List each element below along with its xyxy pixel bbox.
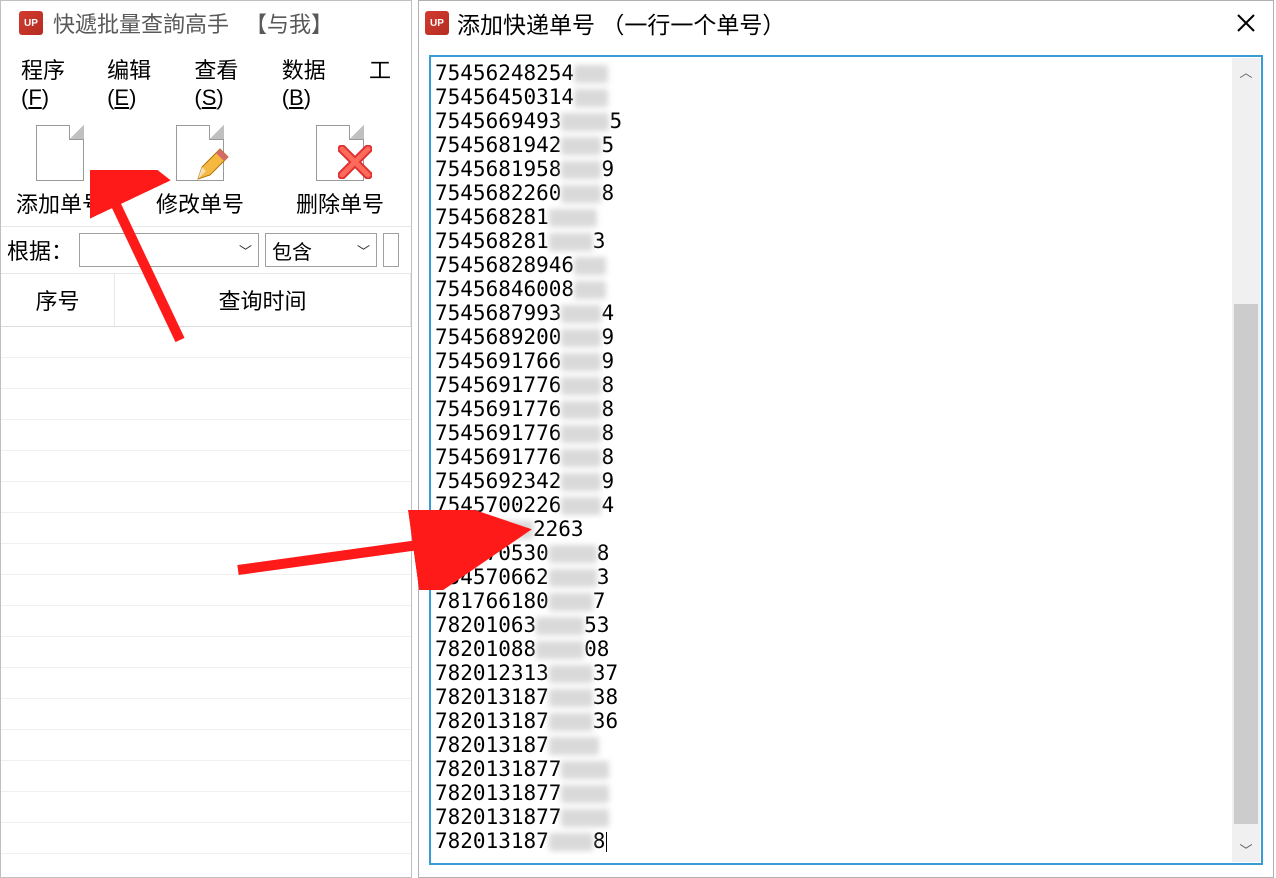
table-row[interactable] [1, 420, 411, 451]
tracking-line: 75456822608 [435, 181, 1229, 205]
tracking-line: 7820131877 [435, 781, 1229, 805]
tracking-line: 75456846008 [435, 277, 1229, 301]
tracking-line: 7820131877 [435, 805, 1229, 829]
tracking-line: 78201318736 [435, 709, 1229, 733]
tracking-line: 75457002264 [435, 493, 1229, 517]
tracking-line: 75456694935 [435, 109, 1229, 133]
add-number-button[interactable]: 添加单号 [5, 123, 115, 221]
app-subtitle: 【与我】 [245, 7, 333, 39]
main-window: UP 快遞批量查詢高手 【与我】 程序(F) 编辑(E) 查看(S) 数据(B)… [0, 0, 412, 878]
table-body[interactable] [1, 327, 411, 867]
add-tracking-dialog: UP 添加快递单号 （一行一个单号） 754562482547545645031… [418, 0, 1274, 878]
tracking-line: 78201318738 [435, 685, 1229, 709]
tracking-line: 7542263 [435, 517, 1229, 541]
scrollbar-thumb[interactable] [1234, 304, 1258, 824]
column-sequence[interactable]: 序号 [1, 274, 115, 326]
chevron-down-icon: ﹀ [357, 241, 370, 260]
filter-text-input[interactable] [383, 233, 399, 267]
table-row[interactable] [1, 389, 411, 420]
table-row[interactable] [1, 823, 411, 854]
tracking-line: 7545706623 [435, 565, 1229, 589]
toolbar: 添加单号 修改单号 删除单号 [1, 119, 411, 226]
edit-number-label: 修改单号 [156, 187, 244, 219]
menu-program[interactable]: 程序(F) [13, 51, 99, 113]
tracking-line: 7545705308 [435, 541, 1229, 565]
delete-document-icon [312, 125, 368, 181]
table-row[interactable] [1, 451, 411, 482]
app-icon: UP [19, 11, 43, 35]
app-title: 快遞批量查詢高手 [53, 7, 229, 39]
scroll-down-arrow-icon[interactable]: ﹀ [1232, 836, 1260, 862]
menu-edit[interactable]: 编辑(E) [99, 51, 186, 113]
table-row[interactable] [1, 637, 411, 668]
table-row[interactable] [1, 699, 411, 730]
tracking-line: 75456248254 [435, 61, 1229, 85]
tracking-line: 7820131877 [435, 757, 1229, 781]
edit-document-icon [172, 125, 228, 181]
tracking-line: 754568281 [435, 205, 1229, 229]
menu-view[interactable]: 查看(S) [186, 51, 273, 113]
tracking-line: 75456923429 [435, 469, 1229, 493]
tracking-line: 75456917768 [435, 421, 1229, 445]
new-document-icon [32, 125, 88, 181]
tracking-line: 7820108808 [435, 637, 1229, 661]
tracking-line: 75456819589 [435, 157, 1229, 181]
app-icon: UP [425, 11, 449, 35]
scroll-up-arrow-icon[interactable]: ︿ [1232, 58, 1260, 84]
menu-tools[interactable]: 工 [361, 51, 399, 113]
table-row[interactable] [1, 327, 411, 358]
filter-operator-value: 包含 [272, 236, 312, 265]
filter-label: 根据： [7, 234, 73, 266]
tracking-line: 75456450314 [435, 85, 1229, 109]
main-titlebar: UP 快遞批量查詢高手 【与我】 [1, 1, 411, 45]
table-row[interactable] [1, 482, 411, 513]
tracking-textarea-container: 7545624825475456450314754566949357545681… [429, 55, 1263, 865]
menu-data[interactable]: 数据(B) [274, 51, 361, 113]
scrollbar-track[interactable] [1232, 84, 1260, 836]
menubar: 程序(F) 编辑(E) 查看(S) 数据(B) 工 [1, 45, 411, 119]
filter-operator-combo[interactable]: 包含 ﹀ [265, 233, 377, 267]
add-number-label: 添加单号 [16, 187, 104, 219]
table-row[interactable] [1, 792, 411, 823]
tracking-line: 7820106353 [435, 613, 1229, 637]
dialog-title: 添加快递单号 （一行一个单号） [457, 6, 785, 40]
table-row[interactable] [1, 668, 411, 699]
tracking-line: 75456917768 [435, 445, 1229, 469]
table-row[interactable] [1, 761, 411, 792]
delete-number-label: 删除单号 [296, 187, 384, 219]
tracking-line: 75456917669 [435, 349, 1229, 373]
table-row[interactable] [1, 544, 411, 575]
tracking-line: 75456892009 [435, 325, 1229, 349]
column-query-time[interactable]: 查询时间 [115, 274, 411, 326]
table-row[interactable] [1, 575, 411, 606]
chevron-down-icon: ﹀ [239, 241, 252, 260]
tracking-line: 75456917768 [435, 373, 1229, 397]
close-icon [1236, 13, 1256, 33]
tracking-line: 75456917768 [435, 397, 1229, 421]
table-row[interactable] [1, 606, 411, 637]
tracking-line: 78201231337 [435, 661, 1229, 685]
dialog-titlebar: UP 添加快递单号 （一行一个单号） [419, 1, 1273, 45]
close-button[interactable] [1225, 4, 1267, 42]
tracking-line: 7817661807 [435, 589, 1229, 613]
tracking-line: 75456819425 [435, 133, 1229, 157]
vertical-scrollbar[interactable]: ︿ ﹀ [1232, 58, 1260, 862]
tracking-line: 782013187 [435, 733, 1229, 757]
filter-row: 根据： ﹀ 包含 ﹀ [1, 226, 411, 274]
delete-number-button[interactable]: 删除单号 [285, 123, 395, 221]
table-row[interactable] [1, 730, 411, 761]
tracking-textarea[interactable]: 7545624825475456450314754566949357545681… [435, 61, 1229, 859]
tracking-line: 7545682813 [435, 229, 1229, 253]
table-row[interactable] [1, 513, 411, 544]
tracking-line: 7820131878 [435, 829, 1229, 853]
tracking-line: 75456828946 [435, 253, 1229, 277]
tracking-line: 75456879934 [435, 301, 1229, 325]
filter-field-combo[interactable]: ﹀ [79, 233, 259, 267]
table-row[interactable] [1, 358, 411, 389]
table-header: 序号 查询时间 [1, 274, 411, 327]
edit-number-button[interactable]: 修改单号 [145, 123, 255, 221]
